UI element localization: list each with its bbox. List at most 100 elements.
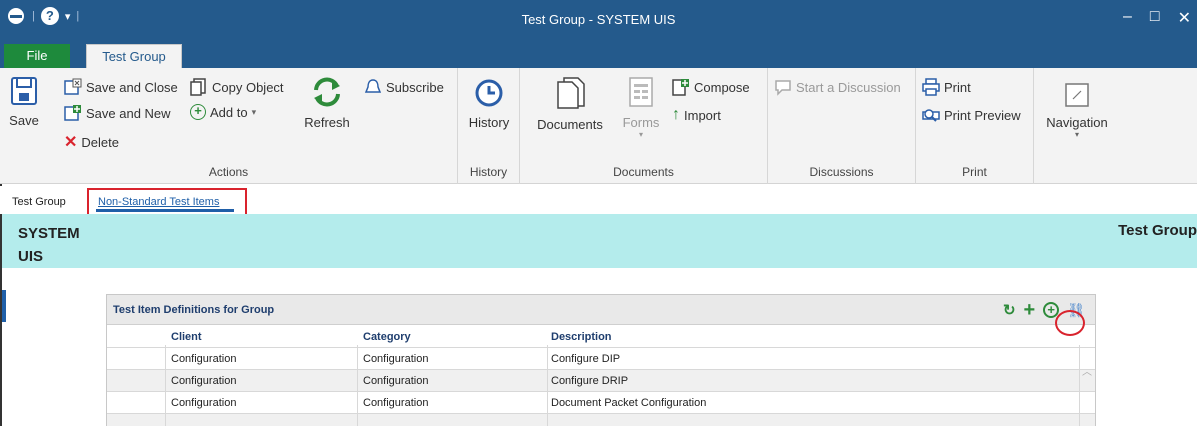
save-icon [11,77,37,105]
cell-description: Document Packet Configuration [551,397,707,409]
discussions-group-label: Discussions [809,165,874,179]
save-button[interactable]: Save [6,76,42,128]
subscribe-label: Subscribe [386,79,444,95]
save-and-new-button[interactable]: Save and New [64,104,171,122]
window-title: Test Group - SYSTEM UIS [521,12,676,27]
print-preview-button[interactable]: Print Preview [922,106,1021,124]
print-group: Print Print Preview Print [916,68,1034,184]
copy-icon [190,78,206,96]
maximize-button[interactable]: □ [1150,8,1160,28]
actions-group-label: Actions [208,165,249,179]
add-to-button[interactable]: + Add to ▾ [190,104,256,120]
navigation-label: Navigation [1046,115,1108,130]
column-header-category[interactable]: Category [363,331,411,343]
save-and-close-button[interactable]: Save and Close [64,78,178,96]
history-label: History [468,115,510,130]
documents-button[interactable]: Documents [530,76,610,132]
print-preview-label: Print Preview [944,107,1021,123]
test-item-grid: Test Item Definitions for Group ↻ + + ⛓ … [106,294,1096,426]
navigation-group: Navigation ▾ [1034,68,1120,184]
forms-label: Forms [622,115,660,130]
refresh-icon[interactable]: ↻ [1003,301,1016,319]
tab-test-group[interactable]: Test Group [86,44,182,70]
refresh-label: Refresh [304,115,350,130]
print-label: Print [944,79,971,95]
grid-header: Test Item Definitions for Group ↻ + + ⛓ [107,295,1095,325]
table-row[interactable]: Configuration Configuration Document Pac… [107,391,1095,413]
chevron-down-icon: ▾ [638,130,643,139]
title-bar: | ? ▾ | Test Group - SYSTEM UIS – □ ✕ [0,0,1197,40]
highlight-circle [1055,310,1085,336]
history-button[interactable]: History [464,78,514,130]
subscribe-button[interactable]: Subscribe [364,78,444,96]
cell-client: Configuration [171,353,237,365]
column-divider [165,345,166,426]
cell-category: Configuration [363,353,429,365]
documents-label: Documents [537,117,603,132]
vertical-scrollbar[interactable]: ︿ [1079,347,1095,426]
column-divider [357,345,358,426]
add-to-label: Add to [210,104,248,120]
print-preview-icon [922,109,940,122]
table-row[interactable]: Configuration Configuration Configure DR… [107,369,1095,391]
documents-icon [557,77,585,109]
forms-button[interactable]: Forms ▾ [616,76,666,139]
save-close-icon [64,78,82,95]
minimize-button[interactable]: – [1123,8,1132,28]
save-label: Save [9,113,39,128]
ribbon: Save Save and Close Save and New ✕ Delet… [0,68,1197,184]
discussions-group: Start a Discussion Discussions [768,68,916,184]
import-button[interactable]: ↑ Import [672,106,721,124]
table-row[interactable] [107,413,1095,426]
import-label: Import [684,107,721,123]
cell-description: Configure DIP [551,353,621,365]
history-group-label: History [469,165,508,179]
navigation-button[interactable]: Navigation ▾ [1040,82,1114,139]
delete-button[interactable]: ✕ Delete [64,132,119,152]
grid-title: Test Item Definitions for Group [113,304,275,316]
tab-test-group-details[interactable]: Test Group [12,196,66,208]
chevron-up-icon[interactable]: ︿ [1079,363,1095,378]
forms-icon [629,77,653,107]
clock-icon [475,79,503,107]
refresh-icon [314,77,340,107]
record-name: SYSTEM UIS [18,222,80,268]
cell-client: Configuration [171,397,237,409]
copy-object-label: Copy Object [212,79,284,95]
history-group: History History [458,68,520,184]
start-discussion-label: Start a Discussion [796,79,901,95]
cell-category: Configuration [363,397,429,409]
window-controls: – □ ✕ [1123,8,1197,28]
highlight-box [87,188,247,216]
documents-group: Documents Forms ▾ Compose ↑ Import Docum… [520,68,768,184]
refresh-button[interactable]: Refresh [300,76,354,130]
copy-object-button[interactable]: Copy Object [190,78,284,96]
add-icon[interactable]: + [1024,300,1036,320]
chevron-down-icon: ▾ [1074,130,1079,139]
close-button[interactable]: ✕ [1178,8,1191,28]
compose-label: Compose [694,79,750,95]
actions-group: Save Save and Close Save and New ✕ Delet… [0,68,458,184]
record-header-banner: SYSTEM UIS Test Group [2,214,1197,268]
save-new-icon [64,105,81,121]
delete-icon: ✕ [64,134,78,151]
tab-file[interactable]: File [4,44,70,68]
chevron-down-icon: ▾ [251,106,257,117]
add-circle-icon: + [190,104,206,120]
print-button[interactable]: Print [922,78,971,96]
ribbon-tabs: File Test Group [0,40,1197,70]
column-header-client[interactable]: Client [171,331,202,343]
start-discussion-button[interactable]: Start a Discussion [774,78,901,96]
column-divider [547,345,548,426]
compose-icon [672,79,689,96]
cell-description: Configure DRIP [551,375,629,387]
compose-button[interactable]: Compose [672,78,750,96]
save-and-new-label: Save and New [86,105,171,121]
documents-group-label: Documents [613,165,674,179]
column-header-description[interactable]: Description [551,331,612,343]
table-row[interactable]: Configuration Configuration Configure DI… [107,347,1095,369]
cell-client: Configuration [171,375,237,387]
record-type: Test Group [1118,222,1197,239]
navigation-pane-icon [1065,83,1089,107]
chat-bubble-icon [775,80,791,96]
